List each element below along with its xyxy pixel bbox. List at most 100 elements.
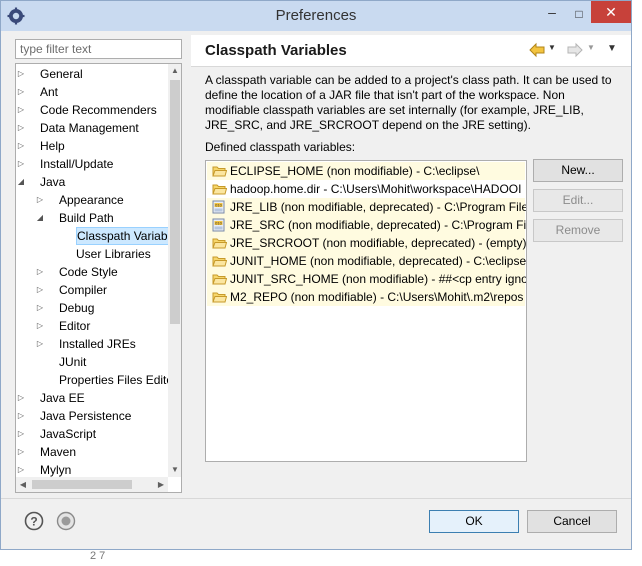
svg-text:?: ? [30,515,37,529]
variable-text: JUNIT_HOME (non modifiable, deprecated) … [230,254,527,268]
cancel-button[interactable]: Cancel [527,510,617,533]
ok-button[interactable]: OK [429,510,519,533]
collapsed-arrow-icon[interactable]: ▷ [35,317,45,335]
tree-item[interactable]: ▷ Code Recommenders [16,101,166,119]
tree-horizontal-scrollbar[interactable]: ◀ ▶ [16,477,168,492]
variable-row[interactable]: 010 JRE_LIB (non modifiable, deprecated) … [207,198,527,216]
collapsed-arrow-icon[interactable]: ▷ [16,155,26,173]
tree-item[interactable]: ▷ Maven [16,443,166,461]
collapsed-arrow-icon[interactable]: ▷ [16,389,26,407]
tree-item-label: Install/Update [40,157,114,171]
collapsed-arrow-icon[interactable]: ▷ [35,281,45,299]
variable-row[interactable]: hadoop.home.dir - C:\Users\Mohit\workspa… [207,180,525,198]
variable-text: M2_REPO (non modifiable) - C:\Users\Mohi… [230,290,524,304]
variable-text: JRE_LIB (non modifiable, deprecated) - C… [230,200,527,214]
tree-item-label: Debug [59,301,95,315]
folder-icon [212,256,227,267]
remove-button[interactable]: Remove [533,219,623,242]
close-button[interactable]: ✕ [591,1,631,23]
collapsed-arrow-icon[interactable]: ▷ [35,191,45,209]
collapsed-arrow-icon[interactable]: ▷ [16,119,26,137]
tree-item-label: Build Path [59,211,114,225]
tree-item[interactable]: User Libraries [16,245,166,263]
collapsed-arrow-icon[interactable]: ▷ [16,137,26,155]
tree-item[interactable]: ▷ Debug [16,299,166,317]
collapsed-arrow-icon[interactable]: ▷ [16,443,26,461]
tree-item-label: Java [40,175,66,189]
tree-vertical-scrollbar[interactable]: ▲ ▼ [168,64,181,477]
record-icon[interactable] [56,511,76,531]
folder-icon [212,292,227,303]
tree-item-label: Code Recommenders [40,103,157,117]
tree-item[interactable]: ▷ Java EE [16,389,166,407]
tree-item[interactable]: Properties Files Edito [16,371,173,389]
tree-item[interactable]: ▷ Code Style [16,263,166,281]
variable-row[interactable]: 010 JRE_SRC (non modifiable, deprecated) … [207,216,526,234]
tree-item[interactable]: ▷ Appearance [16,191,166,209]
tree-item-label: Appearance [59,193,124,207]
variable-row[interactable]: JRE_SRCROOT (non modifiable, deprecated)… [207,234,527,252]
scroll-thumb[interactable] [32,480,132,489]
scroll-right-icon[interactable]: ▶ [154,477,168,492]
variable-row[interactable]: M2_REPO (non modifiable) - C:\Users\Mohi… [207,288,525,306]
variable-text: JUNIT_SRC_HOME (non modifiable) - ##<cp … [230,272,527,286]
svg-text:010: 010 [215,221,222,226]
forward-dropdown-icon[interactable]: ▼ [587,43,595,52]
new-button[interactable]: New... [533,159,623,182]
expanded-arrow-icon[interactable]: ◢ [16,173,26,191]
help-icon[interactable]: ? [24,511,44,531]
tree-item[interactable]: ▷ Help [16,137,166,155]
scroll-left-icon[interactable]: ◀ [16,477,30,492]
classpath-variable-list[interactable]: ECLIPSE_HOME (non modifiable) - C:\eclip… [205,160,527,462]
edit-button[interactable]: Edit... [533,189,623,212]
collapsed-arrow-icon[interactable]: ▷ [16,83,26,101]
collapsed-arrow-icon[interactable]: ▷ [16,101,26,119]
tree-item[interactable]: ▷ Editor [16,317,166,335]
jar-icon: 010 [212,200,225,214]
scroll-up-icon[interactable]: ▲ [168,64,181,78]
expanded-arrow-icon[interactable]: ◢ [35,209,45,227]
preferences-window: Preferences – □ ✕ type filter text ▷ Myly… [0,0,632,550]
view-menu-icon[interactable]: ▼ [607,43,617,54]
page-description: A classpath variable can be added to a p… [205,73,612,132]
minimize-button[interactable]: – [538,3,566,25]
collapsed-arrow-icon[interactable]: ▷ [35,263,45,281]
background-window-edge [632,0,642,566]
scroll-down-icon[interactable]: ▼ [168,463,181,477]
tree-item-label: JUnit [59,355,87,369]
collapsed-arrow-icon[interactable]: ▷ [16,425,26,443]
variable-text: JRE_SRCROOT (non modifiable, deprecated)… [230,236,527,250]
forward-arrow-icon[interactable] [567,42,583,58]
title-bar[interactable]: Preferences – □ ✕ [1,1,631,31]
preference-tree[interactable]: ▷ Mylyn ▷ Maven ▷ JavaScript ▷ Java Persistence… [15,63,182,493]
maximize-button[interactable]: □ [566,3,592,25]
tree-item-label: Data Management [40,121,139,135]
tree-item[interactable]: ◢ Build Path [16,209,166,227]
variable-text: ECLIPSE_HOME (non modifiable) - C:\eclip… [230,164,480,178]
filter-input[interactable]: type filter text [15,39,182,59]
tree-item-label: Ant [40,85,59,99]
variable-row[interactable]: ECLIPSE_HOME (non modifiable) - C:\eclip… [207,162,525,180]
tree-item[interactable]: ▷ Install/Update [16,155,166,173]
collapsed-arrow-icon[interactable]: ▷ [35,335,45,353]
scroll-thumb[interactable] [170,80,180,324]
variable-row[interactable]: JUNIT_HOME (non modifiable, deprecated) … [207,252,527,270]
collapsed-arrow-icon[interactable]: ▷ [35,299,45,317]
tree-item[interactable]: ▷ Data Management [16,119,166,137]
back-arrow-icon[interactable] [529,42,545,58]
tree-item[interactable]: ▷ JavaScript [16,425,166,443]
tree-item[interactable]: ◢ Java [16,173,166,191]
variable-row[interactable]: JUNIT_SRC_HOME (non modifiable) - ##<cp … [207,270,527,288]
page-title: Classpath Variables [205,42,347,59]
tree-item[interactable]: ▷ Installed JREs [16,335,166,353]
collapsed-arrow-icon[interactable]: ▷ [16,65,26,83]
tree-item[interactable]: Classpath Variab [16,227,172,245]
folder-icon [212,274,227,285]
tree-item[interactable]: JUnit [16,353,166,371]
tree-item[interactable]: ▷ Java Persistence [16,407,166,425]
back-dropdown-icon[interactable]: ▼ [548,43,556,52]
tree-item[interactable]: ▷ Ant [16,83,166,101]
tree-item[interactable]: ▷ Compiler [16,281,166,299]
tree-item[interactable]: ▷ General [16,65,166,83]
collapsed-arrow-icon[interactable]: ▷ [16,407,26,425]
